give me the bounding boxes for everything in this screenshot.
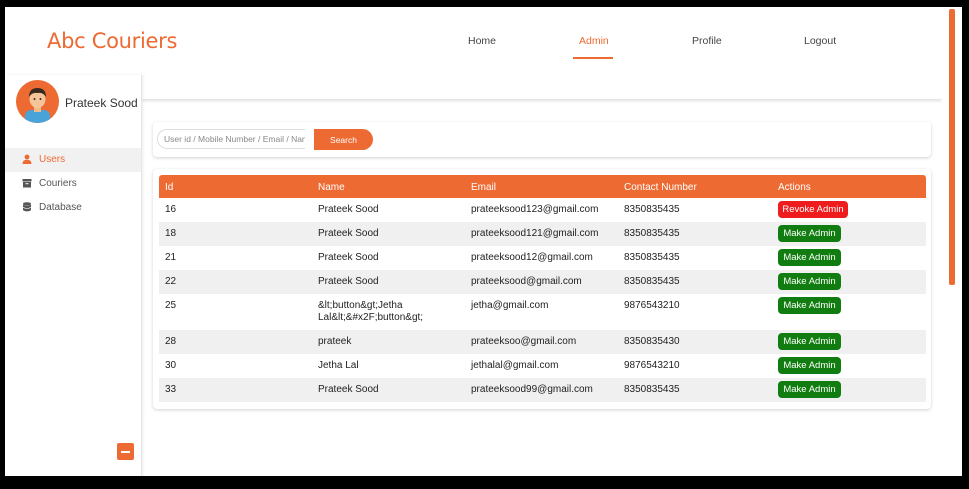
cell-email: prateeksood99@gmail.com [471, 384, 593, 395]
table-row: 22 Prateek Sood prateeksood@gmail.com 83508… [159, 270, 926, 294]
search-card: Search [153, 122, 931, 157]
sidebar-collapse-button[interactable] [117, 443, 134, 460]
make-admin-button[interactable]: Make Admin [778, 357, 841, 374]
sidebar-item-couriers[interactable]: Couriers [5, 172, 141, 196]
table-row: 30 Jetha Lal jethalal@gmail.com 9876543210 M… [159, 354, 926, 378]
cell-id: 25 [165, 300, 177, 311]
cell-id: 22 [165, 276, 177, 287]
sidebar: Prateek Sood Users Couriers Database [5, 75, 142, 476]
nav-active-underline [573, 57, 613, 59]
cell-contact: 9876543210 [624, 360, 680, 371]
cell-contact: 8350835435 [624, 228, 680, 239]
cell-email: prateeksood123@gmail.com [471, 204, 599, 215]
avatar-illustration [25, 88, 50, 123]
app-screen: Abc Couriers Home Admin Profile Logout P… [5, 7, 962, 476]
cell-contact: 8350835435 [624, 384, 680, 395]
cell-contact: 8350835430 [624, 336, 680, 347]
cell-name: &lt;button&gt;Jetha Lal&lt;&#x2F;button&… [318, 300, 424, 323]
table-row: 33 Prateek Sood prateeksood99@gmail.com 835… [159, 378, 926, 402]
scrollbar-thumb[interactable] [949, 9, 955, 285]
window-frame: Abc Couriers Home Admin Profile Logout P… [0, 0, 969, 489]
cell-id: 28 [165, 336, 177, 347]
column-header-id: Id [165, 182, 174, 193]
column-header-name: Name [318, 182, 345, 193]
cell-email: jetha@gmail.com [471, 300, 549, 311]
table-row: 25 &lt;button&gt;Jetha Lal&lt;&#x2F;butto… [159, 294, 926, 330]
cell-id: 16 [165, 204, 177, 215]
avatar [16, 80, 59, 123]
column-header-email: Email [471, 182, 497, 193]
nav-admin[interactable]: Admin [579, 35, 609, 47]
cell-contact: 8350835435 [624, 252, 680, 263]
table-header: Id Name Email Contact Number Actions [159, 175, 926, 198]
user-icon [22, 154, 32, 164]
table-row: 16 Prateek Sood prateeksood123@gmail.com 83… [159, 198, 926, 222]
make-admin-button[interactable]: Make Admin [778, 249, 841, 266]
top-navbar: Abc Couriers Home Admin Profile Logout [5, 7, 942, 75]
cell-email: prateeksood121@gmail.com [471, 228, 599, 239]
search-button[interactable]: Search [314, 129, 373, 150]
table-row: 28 prateek prateeksoo@gmail.com 8350835430 M… [159, 330, 926, 354]
cell-email: prateeksood@gmail.com [471, 276, 582, 287]
cell-email: prateeksoo@gmail.com [471, 336, 577, 347]
cell-id: 33 [165, 384, 177, 395]
make-admin-button[interactable]: Make Admin [778, 333, 841, 350]
revoke-admin-button[interactable]: Revoke Admin [778, 201, 848, 218]
archive-icon [22, 179, 32, 188]
database-icon [22, 202, 32, 212]
search-input[interactable] [157, 129, 305, 149]
sidebar-item-label: Database [39, 202, 82, 213]
column-header-contact: Contact Number [624, 182, 697, 193]
sidebar-item-label: Couriers [39, 178, 77, 189]
cell-name: Prateek Sood [318, 384, 379, 395]
table-row: 21 Prateek Sood prateeksood12@gmail.com 835… [159, 246, 926, 270]
content-header-strip [142, 75, 942, 99]
table-row: 18 Prateek Sood prateeksood121@gmail.com 83… [159, 222, 926, 246]
sidebar-item-database[interactable]: Database [5, 196, 141, 220]
cell-id: 30 [165, 360, 177, 371]
cell-name: Prateek Sood [318, 276, 379, 287]
brand-logo[interactable]: Abc Couriers [47, 29, 177, 53]
cell-id: 18 [165, 228, 177, 239]
cell-name: Prateek Sood [318, 204, 379, 215]
make-admin-button[interactable]: Make Admin [778, 273, 841, 290]
cell-email: prateeksood12@gmail.com [471, 252, 593, 263]
nav-logout[interactable]: Logout [804, 35, 836, 47]
cell-email: jethalal@gmail.com [471, 360, 559, 371]
cell-name: Prateek Sood [318, 252, 379, 263]
cell-contact: 8350835435 [624, 276, 680, 287]
users-table: Id Name Email Contact Number Actions 16 P… [153, 169, 931, 409]
cell-contact: 8350835435 [624, 204, 680, 215]
sidebar-username: Prateek Sood [65, 96, 138, 110]
nav-profile[interactable]: Profile [692, 35, 722, 47]
column-header-actions: Actions [778, 182, 811, 193]
cell-contact: 9876543210 [624, 300, 680, 311]
cell-name: Jetha Lal [318, 360, 359, 371]
sidebar-item-label: Users [39, 154, 66, 165]
page-scrollbar[interactable] [942, 7, 962, 476]
cell-id: 21 [165, 252, 177, 263]
sidebar-item-users[interactable]: Users [5, 148, 141, 172]
make-admin-button[interactable]: Make Admin [778, 225, 841, 242]
cell-name: prateek [318, 336, 352, 347]
nav-home[interactable]: Home [468, 35, 496, 47]
make-admin-button[interactable]: Make Admin [778, 297, 841, 314]
make-admin-button[interactable]: Make Admin [778, 381, 841, 398]
cell-name: Prateek Sood [318, 228, 379, 239]
